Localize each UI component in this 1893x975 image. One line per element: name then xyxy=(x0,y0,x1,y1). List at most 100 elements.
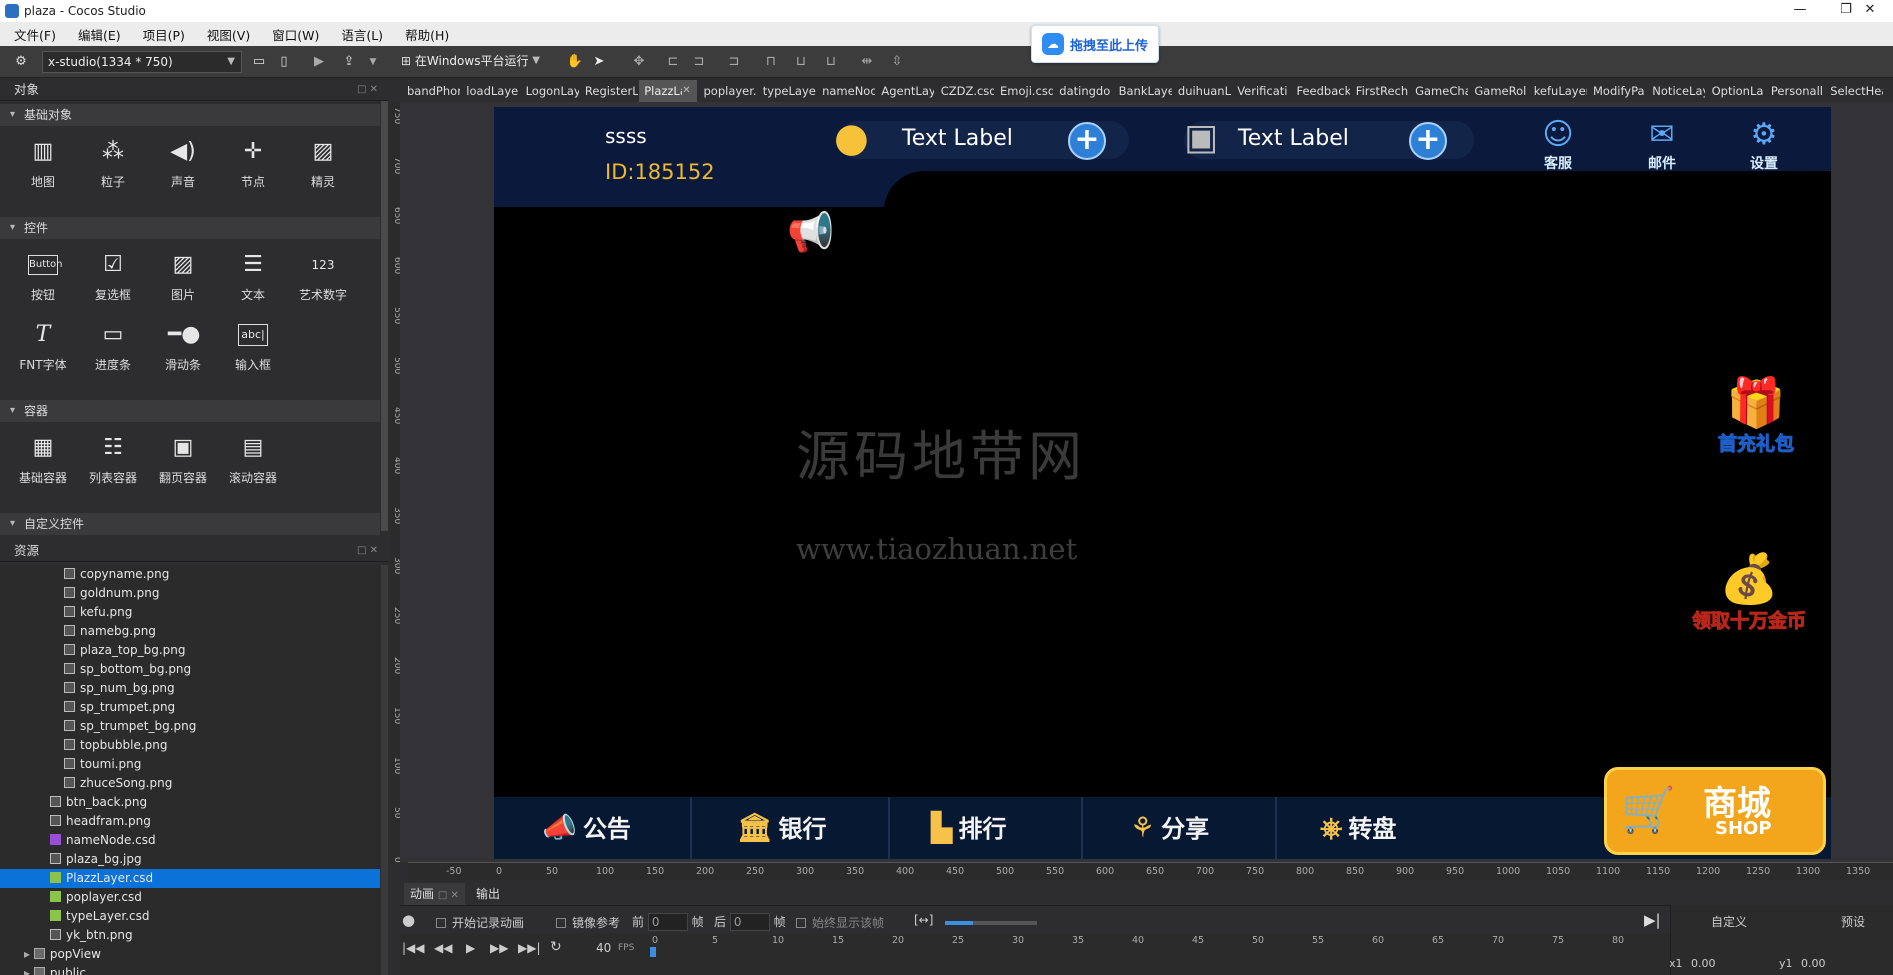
resource-item[interactable]: yk_btn.png xyxy=(0,926,380,945)
playhead[interactable] xyxy=(650,947,656,957)
widget-progress-bar[interactable]: ▭ 进度条 xyxy=(78,315,148,385)
widget-node[interactable]: ✛ 节点 xyxy=(218,132,288,202)
align-left-icon[interactable]: ⊏ xyxy=(664,52,682,72)
widget-button[interactable]: Button 按钮 xyxy=(8,245,78,315)
resource-item[interactable]: ▸ public xyxy=(0,964,380,975)
preset-easing-tab[interactable]: 预设 xyxy=(1841,913,1865,930)
ranking-button[interactable]: ▙ 排行 xyxy=(931,797,1007,859)
tab-output[interactable]: 输出 xyxy=(476,883,500,905)
bean-label[interactable]: Text Label xyxy=(902,126,1013,151)
tab-21[interactable]: NoticeLay xyxy=(1647,80,1705,102)
tab-22[interactable]: OptionLa xyxy=(1707,80,1765,102)
tab-24[interactable]: SelectHea xyxy=(1825,80,1883,102)
objects-scrollbar[interactable] xyxy=(381,101,388,531)
expand-arrow-icon[interactable]: ▸ xyxy=(24,947,34,961)
timeline-ruler[interactable]: 0 5 10 15 20 25 30 35 40 45 50 55 60 65 70 75 80 xyxy=(640,933,1670,975)
onion-back-field[interactable]: 后 0 帧 xyxy=(714,913,786,931)
menu-language[interactable]: 语言(L) xyxy=(341,25,383,44)
menu-project[interactable]: 项目(P) xyxy=(143,25,185,44)
trumpet-icon[interactable]: 📢 xyxy=(787,210,834,255)
tab-12[interactable]: BankLaye xyxy=(1114,80,1172,102)
widget-list-view[interactable]: ☷ 列表容器 xyxy=(78,428,148,498)
tab-10[interactable]: Emoji.csd xyxy=(995,80,1053,102)
align-hcenter-icon[interactable]: ⊐ xyxy=(690,52,708,72)
tab-14[interactable]: Verificati xyxy=(1232,80,1290,102)
align-bottom-icon[interactable]: ⊔ xyxy=(822,52,840,72)
player-name[interactable]: ssss xyxy=(605,124,647,148)
move-tool-icon[interactable]: ✥ xyxy=(630,52,648,72)
mirror-checkbox[interactable] xyxy=(556,918,566,928)
tab-animation[interactable]: 动画 □ ✕ xyxy=(404,883,465,905)
section-basic-objects[interactable]: 基础对象 xyxy=(0,104,380,126)
back-value[interactable]: 0 xyxy=(729,913,770,931)
share-button[interactable]: ⚘ 分享 xyxy=(1130,797,1209,859)
publish-settings-icon[interactable]: ⚙ xyxy=(12,52,30,72)
shop-button[interactable]: 🛒 商城 SHOP xyxy=(1604,767,1826,855)
tab-9[interactable]: CZDZ.csd xyxy=(936,80,994,102)
baidu-upload-widget[interactable]: ☁ 拖拽至此上传 xyxy=(1031,25,1159,63)
resource-item[interactable]: goldnum.png xyxy=(0,584,380,603)
tab-11[interactable]: datingdo xyxy=(1054,80,1112,102)
tab-3[interactable]: RegisterL xyxy=(580,80,638,102)
panel-close-icon[interactable]: □ ✕ xyxy=(438,890,459,901)
resources-scrollbar[interactable] xyxy=(381,565,388,975)
section-custom-controls[interactable]: 自定义控件 xyxy=(0,513,380,535)
next-frame-icon[interactable]: ▶▶ xyxy=(490,941,508,955)
widget-slider[interactable]: ━● 滑动条 xyxy=(148,315,218,385)
resource-item[interactable]: plaza_bg.jpg xyxy=(0,850,380,869)
resource-item[interactable]: sp_num_bg.png xyxy=(0,679,380,698)
mail-button[interactable]: ✉ 邮件 xyxy=(1632,117,1692,177)
widget-text[interactable]: ☰ 文本 xyxy=(218,245,288,315)
widget-page-view[interactable]: ▣ 翻页容器 xyxy=(148,428,218,498)
resource-item[interactable]: topbubble.png xyxy=(0,736,380,755)
widget-map[interactable]: ▥ 地图 xyxy=(8,132,78,202)
widget-fnt-font[interactable]: T FNT字体 xyxy=(8,315,78,385)
resource-item[interactable]: PlazzLayer.csd xyxy=(0,869,380,888)
widget-particle[interactable]: ⁂ 粒子 xyxy=(78,132,148,202)
free-gold-button[interactable]: 💰 领取十万金币 xyxy=(1682,552,1816,633)
section-controls[interactable]: 控件 xyxy=(0,217,380,239)
resource-item[interactable]: sp_trumpet.png xyxy=(0,698,380,717)
last-frame-icon[interactable]: ▶▶| xyxy=(518,941,541,955)
align-vcenter-icon[interactable]: ⊔ xyxy=(792,52,810,72)
resource-item[interactable]: sp_trumpet_bg.png xyxy=(0,717,380,736)
run-platform-select[interactable]: ⊞ 在Windows平台运行 ▼ xyxy=(396,51,546,73)
hand-tool-icon[interactable]: ✋ xyxy=(566,52,584,72)
tab-19[interactable]: kefuLayer xyxy=(1529,80,1587,102)
section-containers[interactable]: 容器 xyxy=(0,400,380,422)
minimize-button[interactable]: — xyxy=(1777,0,1823,22)
widget-sound[interactable]: ◀) 声音 xyxy=(148,132,218,202)
tab-6[interactable]: typeLayer xyxy=(758,80,816,102)
resource-item[interactable]: copyname.png xyxy=(0,565,380,584)
tab-20[interactable]: ModifyPa xyxy=(1588,80,1646,102)
tab-13[interactable]: duihuanL xyxy=(1173,80,1231,102)
resource-item[interactable]: nameNode.csd xyxy=(0,831,380,850)
play-animation-icon[interactable]: ▶ xyxy=(466,941,475,955)
resource-item[interactable]: btn_back.png xyxy=(0,793,380,812)
expand-arrow-icon[interactable]: ▸ xyxy=(24,966,34,975)
panel-close-icon[interactable]: □ ✕ xyxy=(357,79,378,101)
add-safe-button[interactable]: + xyxy=(1409,122,1447,160)
close-tab-icon[interactable]: ✕ xyxy=(682,85,690,96)
tab-4[interactable]: PlazzLa✕ xyxy=(639,80,698,102)
always-show-checkbox[interactable] xyxy=(796,918,806,928)
y1-value[interactable]: 0.00 xyxy=(1801,957,1826,970)
play-icon[interactable]: ▶ xyxy=(310,52,328,72)
first-recharge-button[interactable]: 🎁 首充礼包 xyxy=(1706,377,1806,456)
resource-item[interactable]: toumi.png xyxy=(0,755,380,774)
select-tool-icon[interactable]: ➤ xyxy=(590,52,608,72)
onion-front-field[interactable]: 前 0 帧 xyxy=(632,913,704,931)
customer-service-button[interactable]: ☺ 客服 xyxy=(1528,117,1588,177)
safe-label[interactable]: Text Label xyxy=(1238,126,1349,151)
resource-item[interactable]: namebg.png xyxy=(0,622,380,641)
tab-0[interactable]: bandPhon xyxy=(402,80,460,102)
resource-item[interactable]: plaza_top_bg.png xyxy=(0,641,380,660)
widget-input-box[interactable]: abc| 输入框 xyxy=(218,315,288,385)
tab-7[interactable]: nameNod xyxy=(817,80,875,102)
publish-dropdown-icon[interactable]: ▼ xyxy=(364,52,382,72)
resource-item[interactable]: headfram.png xyxy=(0,812,380,831)
resource-item[interactable]: typeLayer.csd xyxy=(0,907,380,926)
distribute-h-icon[interactable]: ⇹ xyxy=(858,52,876,72)
resolution-select[interactable]: x-studio(1334 * 750) ▼ xyxy=(42,51,242,73)
x1-value[interactable]: 0.00 xyxy=(1691,957,1716,970)
